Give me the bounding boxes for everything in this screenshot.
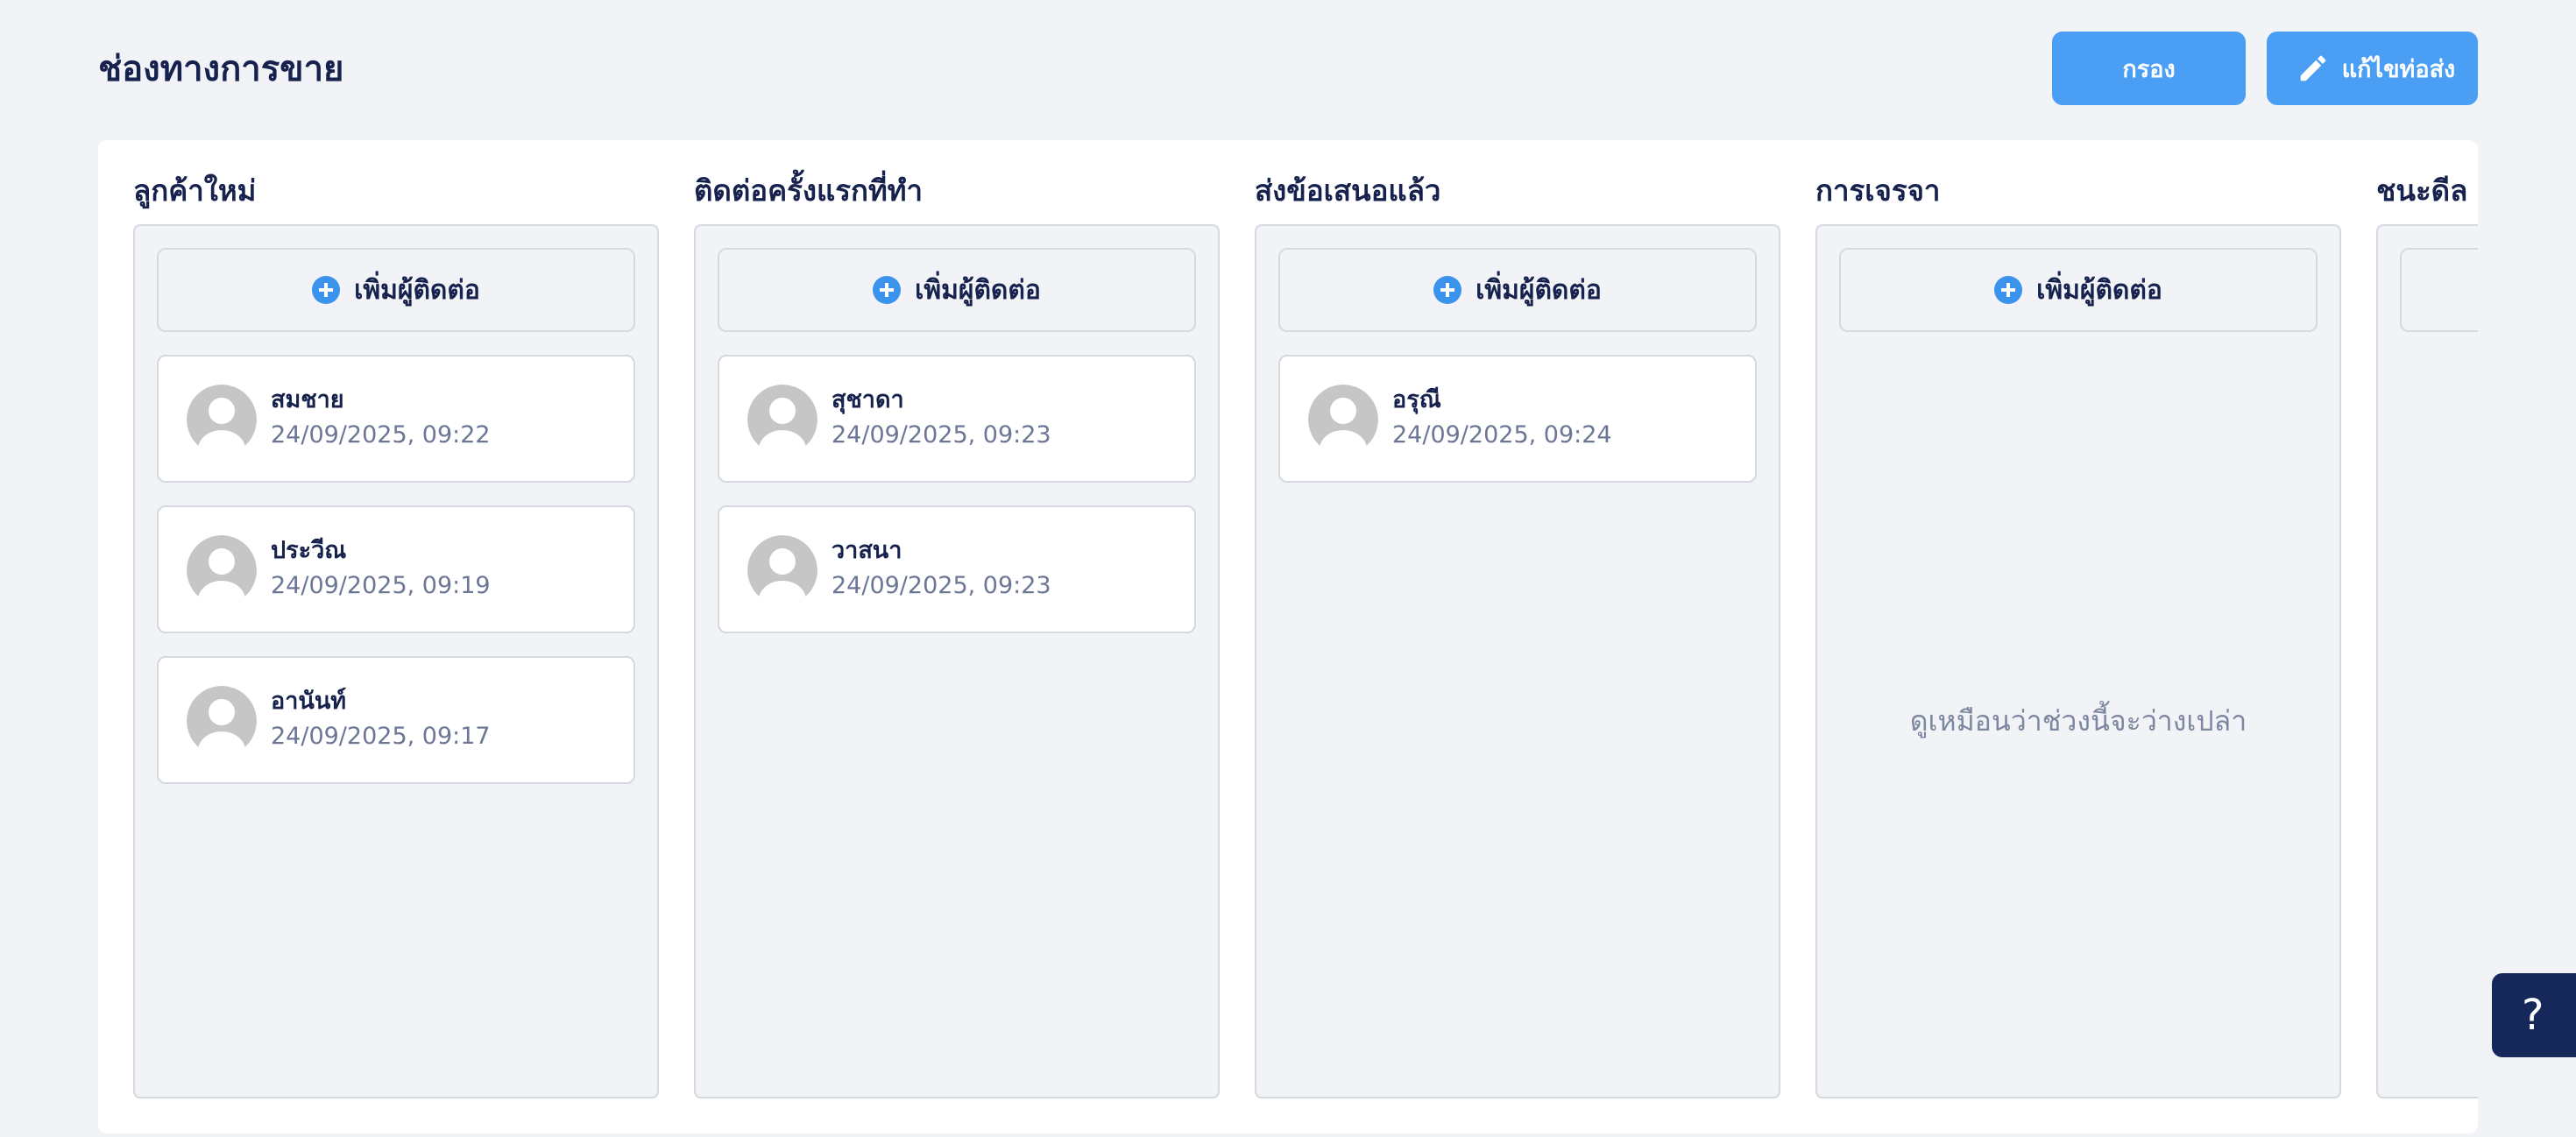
add-contact-button[interactable]: เพิ่มผู้ติดต่อ xyxy=(157,248,635,332)
contact-name: สมชาย xyxy=(271,386,344,413)
edit-pipeline-label: แก้ไขท่อส่ง xyxy=(2341,55,2456,83)
stage-body: เพิ่มผู้ติดต่อ อรุณี 24/09/2025, 09:24 xyxy=(1255,224,1780,1098)
help-icon: ? xyxy=(2522,991,2544,1040)
contact-date: 24/09/2025, 09:23 xyxy=(832,421,1051,448)
help-button[interactable]: ? xyxy=(2492,973,2576,1057)
add-contact-label: เพิ่มผู้ติดต่อ xyxy=(2036,274,2162,306)
avatar xyxy=(747,385,817,455)
stage-title: ส่งข้อเสนอแล้ว xyxy=(1255,173,1441,208)
stage-body: เพิ่มผู้ติดต่อ สุชาดา 24/09/2025, 09:23 … xyxy=(694,224,1220,1098)
contact-name: อรุณี xyxy=(1392,386,1441,413)
stage-body xyxy=(2376,224,2478,1098)
stage-body: เพิ่มผู้ติดต่อ สมชาย 24/09/2025, 09:22 ป… xyxy=(133,224,659,1098)
add-contact-label: เพิ่มผู้ติดต่อ xyxy=(1476,274,1602,306)
stage-title: ติดต่อครั้งแรกที่ทำ xyxy=(694,173,924,208)
avatar xyxy=(747,535,817,605)
contact-name: สุชาดา xyxy=(832,386,904,413)
plus-circle-icon xyxy=(1433,276,1462,304)
contact-name: วาสนา xyxy=(832,537,902,564)
edit-pipeline-button[interactable]: แก้ไขท่อส่ง xyxy=(2267,32,2478,105)
pipeline-board: ลูกค้าใหม่ เพิ่มผู้ติดต่อ สมชาย 24/09/20… xyxy=(98,140,2478,1133)
contact-card[interactable]: ประวีณ 24/09/2025, 09:19 xyxy=(157,505,635,633)
contact-date: 24/09/2025, 09:17 xyxy=(271,723,491,750)
plus-circle-icon xyxy=(312,276,341,304)
add-contact-label: เพิ่มผู้ติดต่อ xyxy=(354,274,480,306)
pencil-icon xyxy=(2300,55,2326,81)
avatar xyxy=(1308,385,1378,455)
add-contact-button[interactable]: เพิ่มผู้ติดต่อ xyxy=(1278,248,1757,332)
filter-button[interactable]: กรอง xyxy=(2052,32,2246,105)
page-title: ช่องทางการขาย xyxy=(98,49,344,89)
avatar xyxy=(187,686,257,756)
contact-name: อานันท์ xyxy=(271,688,347,715)
contact-card[interactable]: วาสนา 24/09/2025, 09:23 xyxy=(718,505,1196,633)
contact-card[interactable]: อานันท์ 24/09/2025, 09:17 xyxy=(157,656,635,784)
contact-date: 24/09/2025, 09:22 xyxy=(271,421,491,448)
empty-state-text: ดูเหมือนว่าช่วงนี้จะว่างเปล่า xyxy=(1909,704,2247,738)
contact-card[interactable]: สุชาดา 24/09/2025, 09:23 xyxy=(718,355,1196,483)
stage-title: ลูกค้าใหม่ xyxy=(133,173,257,208)
stage-body: เพิ่มผู้ติดต่อ ดูเหมือนว่าช่วงนี้จะว่างเ… xyxy=(1815,224,2341,1098)
add-contact-button[interactable]: เพิ่มผู้ติดต่อ xyxy=(718,248,1196,332)
avatar xyxy=(187,535,257,605)
add-contact-label: เพิ่มผู้ติดต่อ xyxy=(915,274,1041,306)
contact-name: ประวีณ xyxy=(271,537,347,564)
plus-circle-icon xyxy=(873,276,902,304)
contact-card[interactable]: อรุณี 24/09/2025, 09:24 xyxy=(1278,355,1757,483)
avatar xyxy=(187,385,257,455)
filter-button-label: กรอง xyxy=(2122,55,2176,83)
contact-card[interactable]: สมชาย 24/09/2025, 09:22 xyxy=(157,355,635,483)
plus-circle-icon xyxy=(1994,276,2023,304)
contact-date: 24/09/2025, 09:23 xyxy=(832,572,1051,599)
stage-title: การเจรจา xyxy=(1815,173,1941,208)
contact-date: 24/09/2025, 09:19 xyxy=(271,572,491,599)
contact-date: 24/09/2025, 09:24 xyxy=(1392,421,1612,448)
stage-title: ชนะดีล xyxy=(2376,173,2468,208)
add-contact-button[interactable] xyxy=(2400,248,2478,332)
add-contact-button[interactable]: เพิ่มผู้ติดต่อ xyxy=(1839,248,2318,332)
